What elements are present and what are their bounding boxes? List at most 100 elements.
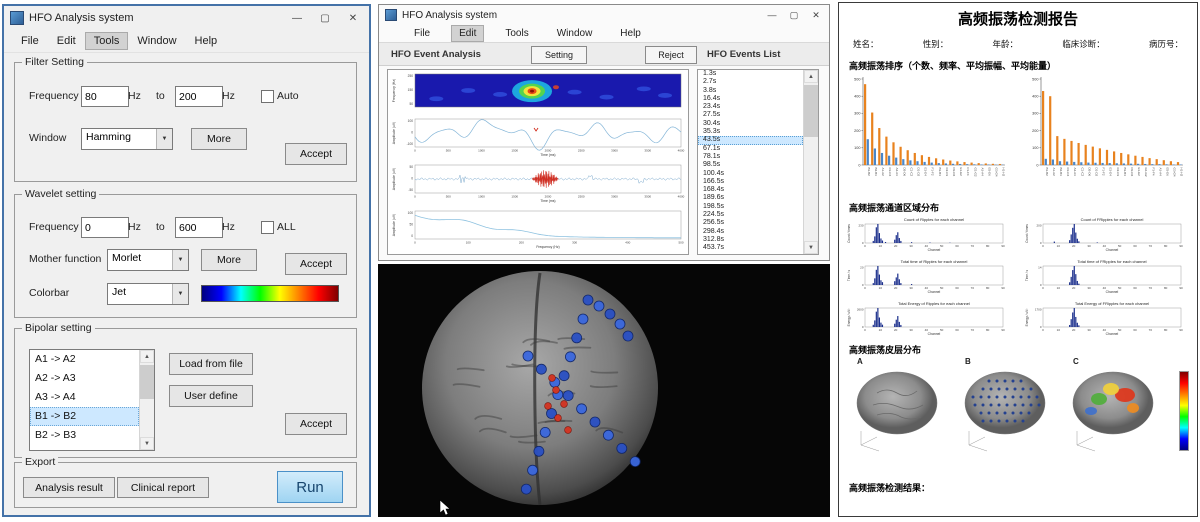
hfo-event-item[interactable]: 43.5s bbox=[698, 136, 803, 144]
reject-button[interactable]: Reject bbox=[645, 46, 697, 64]
hfo-event-item[interactable]: 298.4s bbox=[698, 228, 803, 236]
events-list-scrollbar[interactable]: ▲ ▼ bbox=[803, 70, 818, 254]
filter-window-select[interactable]: Hamming ▼ bbox=[81, 128, 173, 150]
colorbar-select[interactable]: Jet ▼ bbox=[107, 283, 189, 305]
bipolar-channel-item[interactable]: B1 -> B2 bbox=[30, 407, 139, 426]
scroll-up-icon[interactable]: ▲ bbox=[140, 350, 154, 363]
minimize-icon[interactable]: — bbox=[761, 7, 783, 23]
svg-text:30: 30 bbox=[1087, 328, 1091, 332]
scroll-down-icon[interactable]: ▼ bbox=[804, 241, 818, 254]
maximize-icon[interactable]: ▢ bbox=[783, 7, 805, 23]
svg-text:50: 50 bbox=[940, 328, 944, 332]
svg-text:2000: 2000 bbox=[545, 195, 552, 199]
wavelet-more-button[interactable]: More bbox=[201, 249, 257, 271]
wavelet-accept-button[interactable]: Accept bbox=[285, 253, 347, 275]
svg-text:1000: 1000 bbox=[478, 195, 485, 199]
svg-text:-100: -100 bbox=[407, 142, 414, 146]
bipolar-channel-listbox[interactable]: A1 -> A2A2 -> A3A3 -> A4B1 -> B2B2 -> B3… bbox=[29, 349, 155, 451]
filter-accept-button[interactable]: Accept bbox=[285, 143, 347, 165]
mother-function-select[interactable]: Morlet ▼ bbox=[107, 249, 189, 271]
hfo-event-item[interactable]: 1.3s bbox=[698, 70, 803, 78]
hfo-event-item[interactable]: 453.7s bbox=[698, 244, 803, 252]
filter-freq-high-input[interactable] bbox=[175, 86, 223, 107]
maximize-icon[interactable]: ▢ bbox=[311, 8, 339, 28]
svg-text:Channel: Channel bbox=[1106, 290, 1119, 294]
svg-text:80: 80 bbox=[1164, 286, 1168, 290]
wavelet-freq-low-input[interactable] bbox=[81, 217, 129, 238]
hfo-event-item[interactable]: 224.5s bbox=[698, 211, 803, 219]
ranking-chart-left: 0100200300400500B1-B2B2-B3A1-A2C3-C4A2-A… bbox=[843, 73, 1015, 195]
bipolar-channel-item[interactable]: A3 -> A4 bbox=[30, 388, 139, 407]
bipolar-channel-item[interactable]: A2 -> A3 bbox=[30, 369, 139, 388]
svg-text:90: 90 bbox=[1179, 286, 1183, 290]
setting-button[interactable]: Setting bbox=[531, 46, 587, 64]
menu-item-edit[interactable]: Edit bbox=[48, 32, 85, 50]
colorbar-value: Jet bbox=[108, 284, 172, 304]
hfo-event-item[interactable]: 189.6s bbox=[698, 194, 803, 202]
clinical-report-button[interactable]: Clinical report bbox=[117, 477, 209, 498]
wavelet-all-checkbox[interactable] bbox=[261, 221, 274, 234]
hfo-event-item[interactable]: 27.5s bbox=[698, 111, 803, 119]
analysis-result-button[interactable]: Analysis result bbox=[23, 477, 115, 498]
hfo-event-item[interactable]: 198.5s bbox=[698, 203, 803, 211]
settings-titlebar[interactable]: HFO Analysis system — ▢ ✕ bbox=[4, 6, 369, 30]
minimize-icon[interactable]: — bbox=[283, 8, 311, 28]
hfo-event-item[interactable]: 3.8s bbox=[698, 87, 803, 95]
bipolar-list-scrollbar[interactable]: ▲ ▼ bbox=[139, 350, 154, 450]
filter-auto-checkbox[interactable] bbox=[261, 90, 274, 103]
scrollbar-thumb[interactable] bbox=[140, 365, 154, 399]
svg-text:60: 60 bbox=[955, 244, 959, 248]
menu-item-help[interactable]: Help bbox=[613, 26, 648, 41]
hfo-event-item[interactable]: 35.3s bbox=[698, 128, 803, 136]
close-icon[interactable]: ✕ bbox=[339, 8, 367, 28]
svg-text:Total time of FRipples for eac: Total time of FRipples for each channel bbox=[1077, 259, 1146, 264]
close-icon[interactable]: ✕ bbox=[805, 7, 827, 23]
filter-freq-low-input[interactable] bbox=[81, 86, 129, 107]
hfo-event-item[interactable]: 100.4s bbox=[698, 170, 803, 178]
svg-text:1000: 1000 bbox=[478, 149, 485, 153]
menu-item-tools[interactable]: Tools bbox=[85, 32, 129, 50]
svg-text:C3-C4: C3-C4 bbox=[1066, 168, 1070, 177]
svg-text:60: 60 bbox=[955, 328, 959, 332]
run-button[interactable]: Run bbox=[277, 471, 343, 503]
menu-item-file[interactable]: File bbox=[407, 26, 437, 41]
menu-item-tools[interactable]: Tools bbox=[498, 26, 535, 41]
menu-item-file[interactable]: File bbox=[12, 32, 48, 50]
scrollbar-thumb[interactable] bbox=[804, 85, 818, 137]
hfo-event-item[interactable]: 256.5s bbox=[698, 219, 803, 227]
bipolar-accept-button[interactable]: Accept bbox=[285, 413, 347, 435]
hfo-event-item[interactable]: 78.1s bbox=[698, 153, 803, 161]
scroll-down-icon[interactable]: ▼ bbox=[140, 437, 154, 450]
scroll-up-icon[interactable]: ▲ bbox=[804, 70, 818, 83]
hfo-event-item[interactable]: 23.4s bbox=[698, 103, 803, 111]
hfo-event-item[interactable]: 16.4s bbox=[698, 95, 803, 103]
hfo-event-item[interactable]: 2.7s bbox=[698, 78, 803, 86]
menu-item-help[interactable]: Help bbox=[186, 32, 227, 50]
time-frequency-spectrogram: 25015050Frequency (Hz) bbox=[389, 71, 689, 115]
filter-more-button[interactable]: More bbox=[191, 128, 247, 150]
bipolar-channel-item[interactable]: A1 -> A2 bbox=[30, 350, 139, 369]
load-from-file-button[interactable]: Load from file bbox=[169, 353, 253, 375]
svg-text:40: 40 bbox=[1103, 244, 1107, 248]
svg-text:Count of FRipples for each cha: Count of FRipples for each channel bbox=[1081, 217, 1144, 222]
svg-text:60: 60 bbox=[1133, 286, 1137, 290]
user-define-button[interactable]: User define bbox=[169, 385, 253, 407]
hfo-event-item[interactable]: 30.4s bbox=[698, 120, 803, 128]
svg-text:G1-G2: G1-G2 bbox=[1144, 168, 1148, 177]
wavelet-freq-high-input[interactable] bbox=[175, 217, 223, 238]
hfo-event-item[interactable]: 168.4s bbox=[698, 186, 803, 194]
svg-text:4000: 4000 bbox=[678, 149, 685, 153]
hfo-event-item[interactable]: 98.5s bbox=[698, 161, 803, 169]
hfo-event-item[interactable]: 166.5s bbox=[698, 178, 803, 186]
menu-item-window[interactable]: Window bbox=[550, 26, 600, 41]
viewer-titlebar[interactable]: HFO Analysis system — ▢ ✕ bbox=[379, 5, 829, 25]
hfo-event-item[interactable]: 67.1s bbox=[698, 145, 803, 153]
menu-item-window[interactable]: Window bbox=[128, 32, 185, 50]
svg-text:10: 10 bbox=[1057, 328, 1061, 332]
events-list-title: HFO Events List bbox=[707, 49, 780, 60]
hfo-event-item[interactable]: 312.8s bbox=[698, 236, 803, 244]
menu-item-edit[interactable]: Edit bbox=[451, 25, 484, 42]
bipolar-channel-item[interactable]: B2 -> B3 bbox=[30, 426, 139, 445]
svg-text:D1-D2: D1-D2 bbox=[916, 168, 920, 177]
brain-3d-view[interactable] bbox=[378, 264, 830, 517]
